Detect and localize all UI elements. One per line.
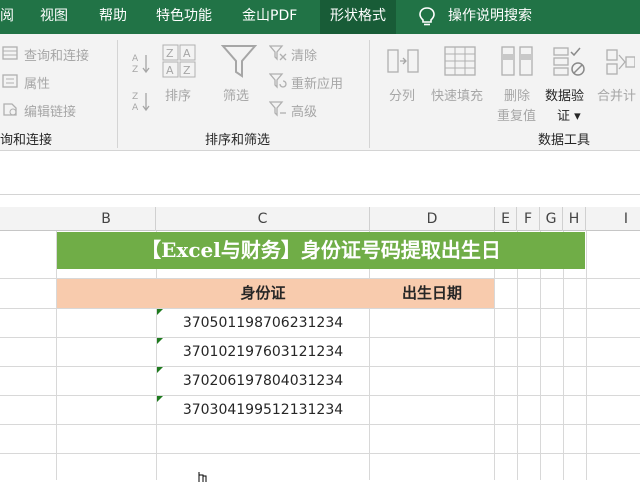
svg-text:A: A	[132, 103, 139, 112]
filter-funnel-icon	[220, 44, 258, 84]
properties-icon	[2, 73, 20, 93]
sort-dialog-icon: ZAAZ	[162, 44, 196, 82]
column-header-g[interactable]: G	[540, 207, 563, 231]
table-header-row: 身份证 出生日期	[57, 279, 494, 308]
gridline	[0, 453, 640, 454]
column-header-e[interactable]: E	[495, 207, 517, 231]
tab-help[interactable]: 帮助	[99, 0, 127, 34]
id-number-cell[interactable]: 370304199512131234	[157, 396, 369, 425]
ribbon-tab-bar: 阅 视图 帮助 特色功能 金山PDF 形状格式 操作说明搜索	[0, 0, 640, 34]
column-header-h[interactable]: H	[563, 207, 586, 231]
sort-filter-group-label: 排序和筛选	[205, 133, 271, 148]
text-to-columns-button[interactable]: 分列	[389, 85, 415, 104]
reapply-filter-icon	[268, 73, 287, 93]
id-number-cell[interactable]: 370206197804031234	[157, 367, 369, 396]
data-validation-button[interactable]: 数据验	[545, 85, 584, 104]
edit-links-button[interactable]: 编辑链接	[24, 101, 76, 120]
tab-special-features[interactable]: 特色功能	[156, 0, 212, 34]
clear-button[interactable]: 清除	[291, 45, 317, 64]
tell-me-search[interactable]: 操作说明搜索	[448, 0, 532, 34]
remove-duplicates-icon	[500, 44, 534, 82]
edit-links-icon	[2, 101, 20, 121]
svg-text:Z: Z	[132, 92, 138, 102]
header-birth-date[interactable]: 出生日期	[370, 279, 494, 308]
data-tools-group-label: 数据工具	[538, 133, 591, 148]
group-separator	[369, 40, 370, 148]
svg-text:A: A	[183, 47, 191, 60]
formula-bar[interactable]	[0, 151, 640, 195]
column-header-c[interactable]: C	[156, 207, 370, 231]
tab-shape-format[interactable]: 形状格式	[320, 0, 396, 34]
queries-connections-icon	[2, 45, 20, 65]
tab-review[interactable]: 阅	[0, 0, 14, 34]
pointer-cursor-icon	[195, 468, 209, 487]
column-header-d[interactable]: D	[370, 207, 495, 231]
queries-group-label: 询和连接	[0, 133, 53, 148]
tab-view[interactable]: 视图	[40, 0, 68, 34]
id-number-cell[interactable]: 370102197603121234	[157, 338, 369, 367]
svg-text:Z: Z	[132, 65, 138, 74]
consolidate-button[interactable]: 合并计	[597, 85, 636, 104]
sheet-title-cell[interactable]: 【Excel与财务】身份证号码提取出生日	[57, 232, 585, 269]
column-header-f[interactable]: F	[517, 207, 540, 231]
queries-connections-button[interactable]: 查询和连接	[24, 45, 89, 64]
consolidate-icon	[605, 48, 636, 80]
clear-filter-icon	[268, 45, 287, 65]
column-header-bar: B C D E F G H I	[0, 207, 640, 231]
gridline	[586, 231, 587, 480]
group-separator	[117, 40, 118, 148]
id-number-cell[interactable]: 370501198706231234	[157, 309, 369, 338]
text-to-columns-icon	[386, 44, 420, 82]
svg-text:Z: Z	[183, 64, 191, 77]
flash-fill-button[interactable]: 快速填充	[431, 85, 483, 104]
reapply-button[interactable]: 重新应用	[291, 73, 343, 92]
svg-text:Z: Z	[166, 47, 174, 60]
svg-text:A: A	[132, 54, 139, 64]
lightbulb-icon	[418, 7, 436, 31]
column-header-i[interactable]: I	[586, 207, 640, 231]
ribbon-data-tab: 查询和连接 属性 编辑链接 询和连接 AZ ZA ZAAZ 排序 筛选 清除 重…	[0, 34, 640, 151]
sort-button[interactable]: 排序	[165, 85, 191, 104]
remove-duplicates-label-line2: 重复值	[497, 109, 537, 124]
data-validation-icon	[552, 44, 586, 82]
tab-kingsoft-pdf[interactable]: 金山PDF	[242, 0, 297, 34]
svg-text:A: A	[166, 64, 174, 77]
header-id-number[interactable]: 身份证	[156, 279, 370, 308]
sort-descending-icon[interactable]: ZA	[131, 90, 151, 116]
column-header-b[interactable]: B	[57, 207, 156, 231]
sort-ascending-icon[interactable]: AZ	[131, 52, 151, 78]
remove-duplicates-button[interactable]: 删除	[504, 85, 530, 104]
advanced-filter-icon	[268, 101, 287, 121]
data-validation-dropdown[interactable]: 证 ▾	[557, 105, 581, 124]
properties-button[interactable]: 属性	[24, 73, 50, 92]
advanced-button[interactable]: 高级	[291, 101, 317, 120]
filter-button[interactable]: 筛选	[223, 85, 249, 104]
flash-fill-icon	[443, 44, 477, 82]
